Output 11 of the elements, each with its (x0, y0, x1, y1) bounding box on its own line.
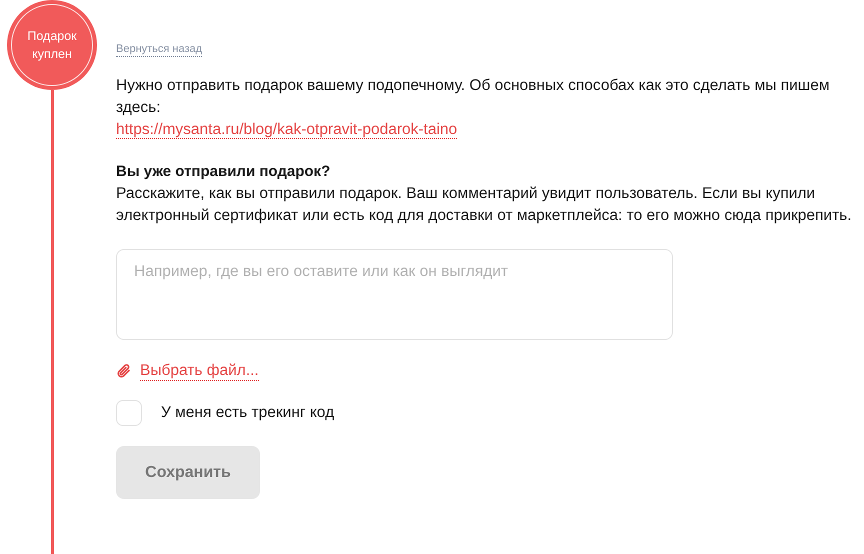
choose-file-link[interactable]: Выбрать файл... (140, 361, 259, 381)
blog-link[interactable]: https://mysanta.ru/blog/kak-otpravit-podarok-taino (116, 121, 458, 139)
intro-text: Нужно отправить подарок вашему подопечному. Об основных способах как это сделать мы пишем здесь: https://mysanta.ru/blog/kak-otpravit-podarok-taino (116, 76, 830, 141)
question-description: Расскажите, как вы отправили подарок. Ваш комментарий увидит пользователь. Если вы купили электронный сертификат или есть код для доставки от маркетплейса: то его можно сюда прикрепить. (116, 184, 853, 226)
badge-label: Подарок куплен (26, 28, 78, 63)
paperclip-icon (116, 363, 132, 379)
back-link[interactable]: Вернуться назад (116, 42, 202, 57)
tracking-checkbox[interactable] (116, 400, 142, 426)
comment-field[interactable]: Например, где вы его оставите или как он выглядит (116, 249, 673, 340)
checkbox-label: У меня есть трекинг код (161, 404, 334, 422)
question-title: Вы уже отправили подарок? (116, 162, 330, 182)
